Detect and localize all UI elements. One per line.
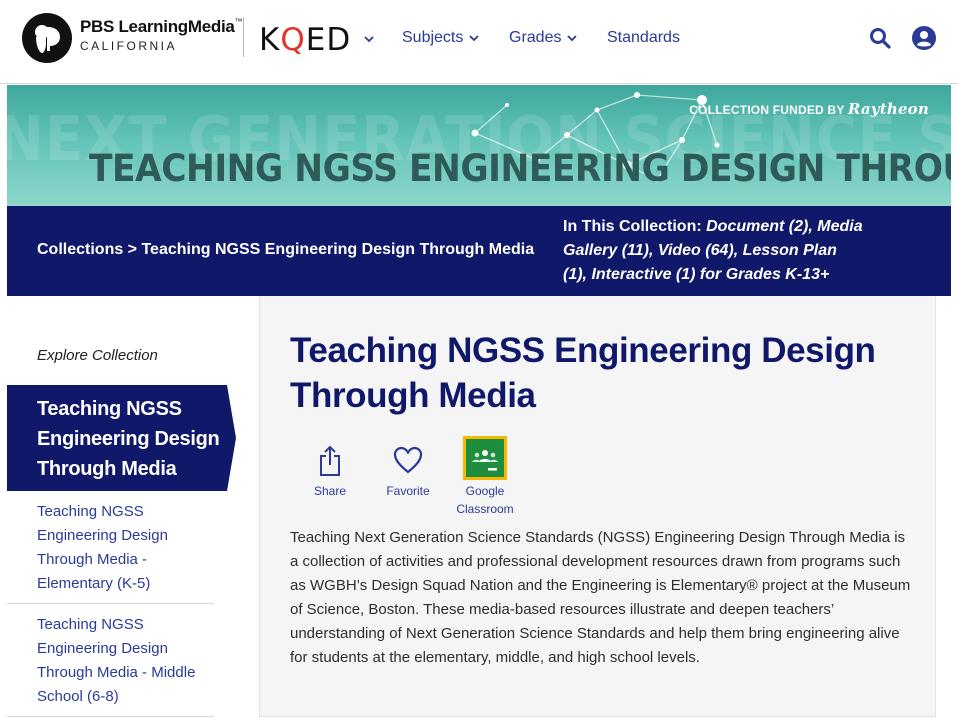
- sidebar-active-arrow: [227, 385, 236, 491]
- sidebar-item-active[interactable]: Teaching NGSS Engineering Design Through…: [7, 385, 227, 491]
- brand-name[interactable]: PBS LearningMedia™: [80, 17, 243, 37]
- station-logo[interactable]: KQED: [259, 22, 351, 58]
- banner-title: TEACHING NGSS ENGINEERING DESIGN THROUGH…: [89, 147, 951, 190]
- google-classroom-icon: [463, 436, 507, 480]
- share-icon: [320, 445, 340, 476]
- heart-icon: [393, 446, 423, 474]
- nav-grades[interactable]: Grades: [509, 29, 578, 47]
- collection-main: Teaching NGSS Engineering Design Through…: [259, 296, 936, 717]
- brand-region: CALIFORNIA: [80, 39, 178, 53]
- collection-sidebar: Explore Collection Teaching NGSS Enginee…: [7, 296, 259, 727]
- google-classroom-button[interactable]: Google Classroom: [450, 436, 520, 518]
- nav-standards[interactable]: Standards: [607, 29, 680, 47]
- chevron-down-icon[interactable]: [362, 32, 376, 46]
- nav-subjects-label: Subjects: [402, 29, 464, 46]
- user-icon[interactable]: [911, 25, 937, 51]
- brand-divider: [243, 17, 244, 57]
- breadcrumb[interactable]: Collections > Teaching NGSS Engineering …: [37, 241, 534, 259]
- share-button[interactable]: Share: [305, 444, 355, 498]
- nav-grades-label: Grades: [509, 29, 562, 46]
- site-header: PBS LearningMedia™ CALIFORNIA KQED Subje…: [0, 0, 958, 84]
- search-icon[interactable]: [868, 26, 892, 50]
- chevron-down-icon: [567, 35, 578, 42]
- sidebar-divider: [7, 603, 214, 604]
- nav-standards-label: Standards: [607, 29, 680, 46]
- funding-credit: COLLECTION FUNDED BY Raytheon: [689, 100, 929, 118]
- sidebar-item-middle-school[interactable]: Teaching NGSS Engineering Design Through…: [37, 613, 217, 709]
- nav-subjects[interactable]: Subjects: [402, 29, 480, 47]
- favorite-label: Favorite: [386, 484, 430, 498]
- collection-info-bar: Collections > Teaching NGSS Engineering …: [7, 206, 951, 296]
- collection-banner: NEXT GENERATION SCIENCE STANDARDS: [7, 85, 951, 206]
- collection-description: Teaching Next Generation Science Standar…: [290, 529, 911, 666]
- explore-collection-label: Explore Collection: [37, 347, 158, 364]
- chevron-down-icon: [469, 35, 480, 42]
- collection-summary: In This Collection: Document (2), Media …: [563, 218, 863, 283]
- sidebar-item-elementary[interactable]: Teaching NGSS Engineering Design Through…: [37, 500, 217, 596]
- google-classroom-label: Google Classroom: [456, 484, 514, 516]
- share-label: Share: [313, 484, 347, 498]
- page-title: Teaching NGSS Engineering Design Through…: [290, 331, 876, 415]
- sidebar-divider: [7, 716, 214, 717]
- favorite-button[interactable]: Favorite: [380, 444, 436, 498]
- pbs-logo-icon[interactable]: [22, 13, 72, 63]
